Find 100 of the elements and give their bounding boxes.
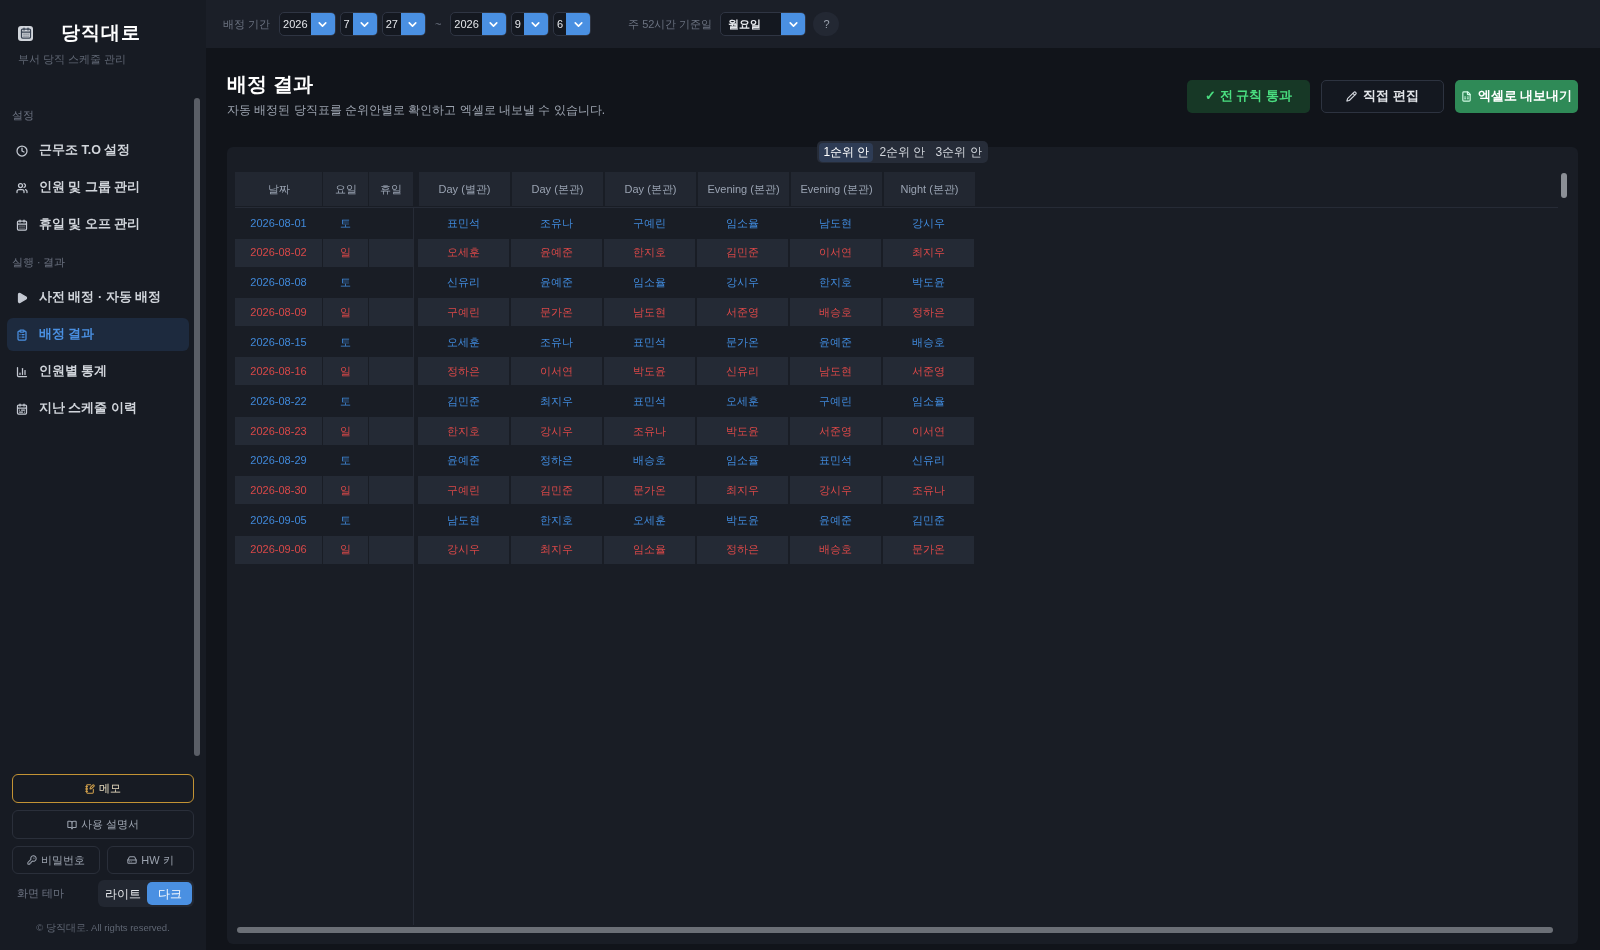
hw-key-button[interactable]: HW 키 xyxy=(107,846,194,874)
theme-option[interactable]: 라이트 xyxy=(100,882,145,905)
staff-name: 윤예준 xyxy=(447,453,480,469)
chart-icon xyxy=(16,365,28,378)
staff-name: 강시우 xyxy=(726,275,759,291)
staff-name: 정하은 xyxy=(540,453,573,469)
caret-icon xyxy=(400,13,425,35)
play-icon xyxy=(16,291,28,304)
password-button[interactable]: 비밀번호 xyxy=(12,846,100,874)
table-cell: 강시우 xyxy=(511,416,602,445)
table-cell: 서준영 xyxy=(883,357,974,386)
weekday-text: 토 xyxy=(340,215,351,231)
staff-name: 윤예준 xyxy=(819,334,852,350)
period-label: 배정 기간 xyxy=(223,16,271,32)
caret-icon xyxy=(481,13,506,35)
scrollbar[interactable] xyxy=(1561,173,1567,198)
memo-button[interactable]: 메모 xyxy=(12,774,194,803)
scrollbar[interactable] xyxy=(237,927,1553,933)
column-header: 휴일 xyxy=(369,172,413,206)
page-description: 자동 배정된 당직표를 순위안별로 확인하고 엑셀로 내보낼 수 있습니다. xyxy=(227,102,605,118)
staff-name: 김민준 xyxy=(912,512,945,528)
table-cell: 이서연 xyxy=(790,238,881,267)
staff-name: 표민석 xyxy=(633,334,666,350)
table-cell: 박도윤 xyxy=(604,357,695,386)
nav-item[interactable]: 지난 스케줄 이력 xyxy=(7,392,189,425)
table-cell: 조유나 xyxy=(883,476,974,505)
nav-item[interactable]: 인원 및 그룹 관리 xyxy=(7,171,189,204)
staff-name: 오세훈 xyxy=(726,393,759,409)
plan-tab[interactable]: 3순위 안 xyxy=(931,142,986,162)
staff-name: 강시우 xyxy=(912,215,945,231)
month-select[interactable]: 7 xyxy=(339,12,378,36)
year-select[interactable]: 2026 xyxy=(450,12,507,36)
staff-name: 구예린 xyxy=(819,393,852,409)
table-cell: 일 xyxy=(323,416,368,445)
table-cell: 2026-08-16 xyxy=(235,357,322,386)
table-cell: 일 xyxy=(323,535,368,564)
weekday-text: 토 xyxy=(340,334,351,350)
nav-item[interactable]: 배정 결과 xyxy=(7,318,189,351)
drive-icon xyxy=(127,855,138,865)
table-cell: 최지우 xyxy=(697,476,788,505)
plan-tab[interactable]: 1순위 안 xyxy=(819,142,874,162)
theme-label: 화면 테마 xyxy=(17,886,65,902)
clipboard-icon xyxy=(16,328,28,341)
plan-tab[interactable]: 2순위 안 xyxy=(875,142,930,162)
rules-check-button[interactable]: ✓ 전 규칙 통과 xyxy=(1187,80,1310,113)
column-header: Evening (본관) xyxy=(791,172,882,206)
caret-icon xyxy=(352,13,377,35)
column-header: Day (별관) xyxy=(419,172,510,206)
staff-name: 신유리 xyxy=(447,275,480,291)
table-cell: 일 xyxy=(323,476,368,505)
table-cell: 최지우 xyxy=(511,535,602,564)
year-select[interactable]: 2026 xyxy=(279,12,336,36)
table-cell: 신유리 xyxy=(697,357,788,386)
help-button[interactable]: ? xyxy=(813,12,840,36)
column-header: Day (본관) xyxy=(605,172,696,206)
export-button[interactable]: 엑셀로 내보내기 xyxy=(1455,80,1578,113)
staff-name: 임소율 xyxy=(726,215,759,231)
weekday-text: 토 xyxy=(340,275,351,291)
nav-item[interactable]: 근무조 T.O 설정 xyxy=(7,134,189,167)
table-cell: 정하은 xyxy=(883,298,974,327)
caret-icon xyxy=(566,13,591,35)
weekday-select[interactable]: 월요일 xyxy=(720,12,807,36)
table-cell: 오세훈 xyxy=(418,238,509,267)
table-cell: 2026-08-23 xyxy=(235,416,322,445)
table-cell: 정하은 xyxy=(418,357,509,386)
range-separator: ~ xyxy=(434,16,442,32)
scrollbar[interactable] xyxy=(194,98,200,756)
table-cell: 조유나 xyxy=(604,416,695,445)
table-cell: 강시우 xyxy=(418,535,509,564)
table-cell: 일 xyxy=(323,357,368,386)
pencil-icon xyxy=(1346,91,1358,102)
book-icon xyxy=(66,819,77,830)
staff-name: 남도현 xyxy=(819,215,852,231)
notepad-icon xyxy=(85,783,95,794)
date-text: 2026-08-29 xyxy=(250,453,307,469)
staff-name: 오세훈 xyxy=(447,334,480,350)
table-cell: 이서연 xyxy=(883,416,974,445)
calendar-icon xyxy=(16,402,28,415)
staff-name: 임소율 xyxy=(726,453,759,469)
table-cell: 2026-08-30 xyxy=(235,476,322,505)
caret-icon xyxy=(523,13,548,35)
manual-button[interactable]: 사용 설명서 xyxy=(12,810,194,839)
day-select[interactable]: 6 xyxy=(552,12,592,36)
nav-item[interactable]: 휴일 및 오프 관리 xyxy=(7,208,189,241)
table-cell: 윤예준 xyxy=(511,238,602,267)
key-icon xyxy=(27,855,37,865)
month-select[interactable]: 9 xyxy=(510,12,549,36)
edit-button[interactable]: 직접 편집 xyxy=(1321,80,1444,113)
weekday-text: 토 xyxy=(340,512,351,528)
table-cell: 임소율 xyxy=(604,535,695,564)
day-select[interactable]: 27 xyxy=(381,12,426,36)
staff-name: 표민석 xyxy=(819,453,852,469)
spreadsheet-icon xyxy=(1460,91,1472,102)
column-header: 날짜 xyxy=(235,172,322,206)
staff-name: 구예린 xyxy=(633,215,666,231)
nav-item[interactable]: 사전 배정 · 자동 배정 xyxy=(7,281,189,314)
column-header: Evening (본관) xyxy=(698,172,789,206)
table-cell: 배승호 xyxy=(790,298,881,327)
nav-item[interactable]: 인원별 통계 xyxy=(7,355,189,388)
staff-name: 남도현 xyxy=(447,512,480,528)
